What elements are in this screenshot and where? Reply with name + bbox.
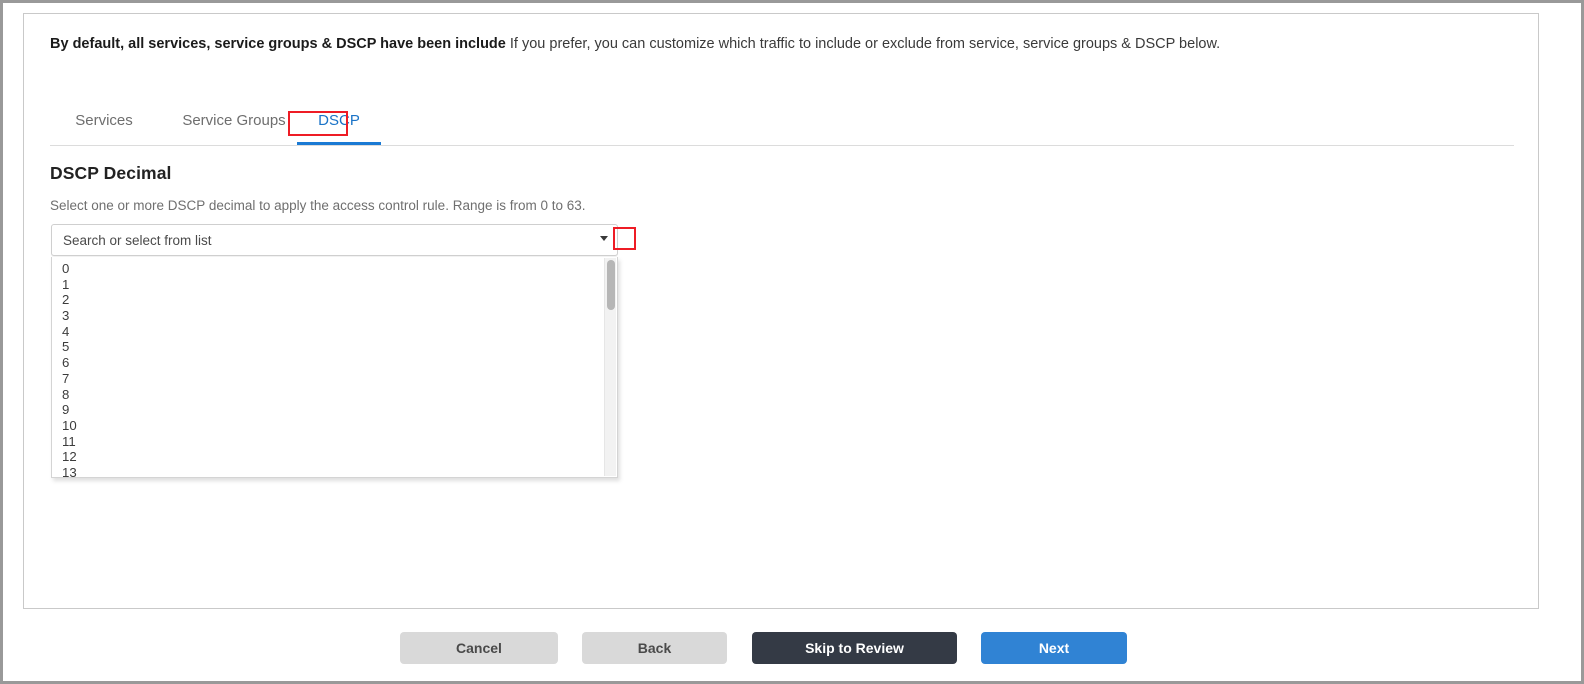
wizard-panel: By default, all services, service groups… xyxy=(23,13,1539,609)
list-item[interactable]: 8 xyxy=(52,387,603,403)
dscp-option-container: 0 1 2 3 4 5 6 7 8 9 10 11 12 13 xyxy=(52,261,603,477)
intro-normal-text: If you prefer, you can customize which t… xyxy=(505,36,1221,52)
intro-banner: By default, all services, service groups… xyxy=(50,34,1518,54)
tab-dscp[interactable]: DSCP xyxy=(297,102,381,145)
screenshot-root: By default, all services, service groups… xyxy=(0,0,1584,684)
list-item[interactable]: 11 xyxy=(52,434,603,450)
list-item[interactable]: 3 xyxy=(52,308,603,324)
back-button[interactable]: Back xyxy=(582,632,727,664)
list-item[interactable]: 7 xyxy=(52,371,603,387)
list-item[interactable]: 1 xyxy=(52,277,603,293)
cancel-button[interactable]: Cancel xyxy=(400,632,558,664)
wizard-footer: Cancel Back Skip to Review Next xyxy=(23,615,1539,681)
dscp-search-input-placeholder[interactable]: Search or select from list xyxy=(63,225,212,257)
dscp-combobox[interactable]: Search or select from list xyxy=(51,224,618,256)
dropdown-scrollbar[interactable] xyxy=(604,258,616,476)
chevron-down-icon[interactable] xyxy=(600,236,608,241)
list-item[interactable]: 10 xyxy=(52,418,603,434)
tab-service-groups[interactable]: Service Groups xyxy=(168,102,300,145)
list-item[interactable]: 2 xyxy=(52,292,603,308)
dropdown-scrollbar-thumb[interactable] xyxy=(607,260,615,310)
intro-bold-text: By default, all services, service groups… xyxy=(50,36,506,52)
tab-services[interactable]: Services xyxy=(62,102,146,145)
section-description: Select one or more DSCP decimal to apply… xyxy=(50,198,586,213)
dscp-dropdown-list[interactable]: 0 1 2 3 4 5 6 7 8 9 10 11 12 13 xyxy=(51,257,618,478)
next-button[interactable]: Next xyxy=(981,632,1127,664)
list-item[interactable]: 4 xyxy=(52,324,603,340)
list-item[interactable]: 9 xyxy=(52,402,603,418)
section-title: DSCP Decimal xyxy=(50,163,172,183)
list-item[interactable]: 13 xyxy=(52,465,603,477)
list-item[interactable]: 12 xyxy=(52,449,603,465)
list-item[interactable]: 5 xyxy=(52,339,603,355)
skip-to-review-button[interactable]: Skip to Review xyxy=(752,632,957,664)
list-item[interactable]: 0 xyxy=(52,261,603,277)
tab-bar: Services Service Groups DSCP xyxy=(50,102,1514,146)
list-item[interactable]: 6 xyxy=(52,355,603,371)
